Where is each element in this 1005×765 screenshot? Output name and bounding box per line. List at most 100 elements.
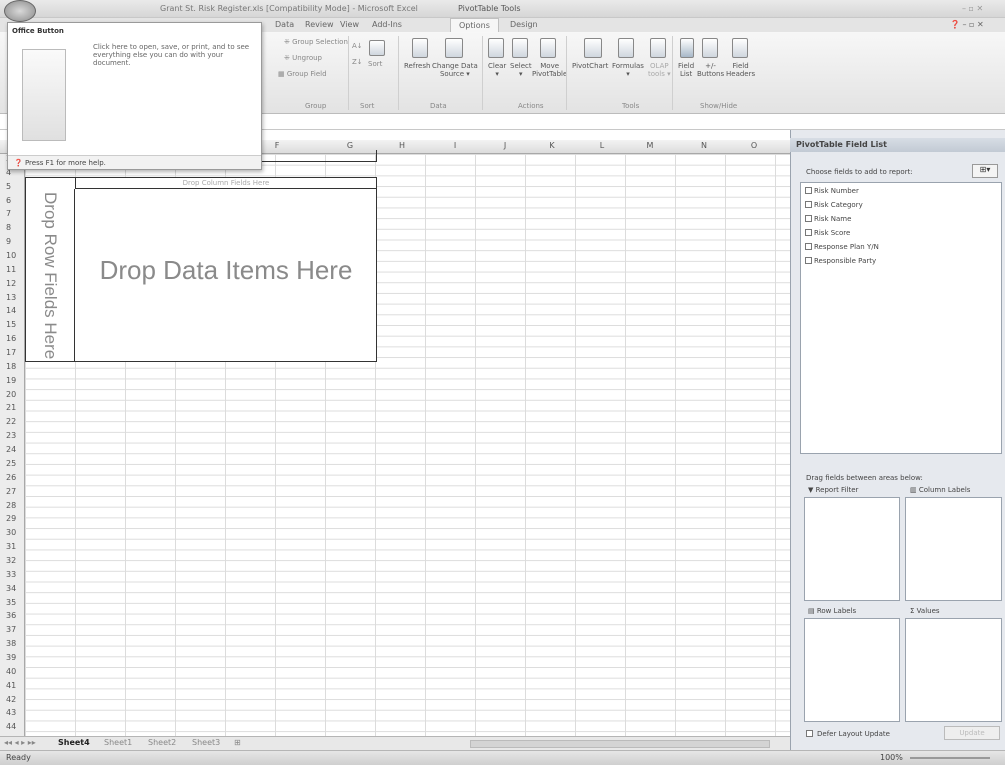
field-risk-number[interactable]: Risk Number bbox=[805, 187, 859, 195]
row-header[interactable]: 33 bbox=[0, 570, 23, 580]
row-header[interactable]: 37 bbox=[0, 625, 23, 635]
col-header-h[interactable]: H bbox=[392, 141, 412, 150]
help-icon[interactable]: ❓ – ▫ ✕ bbox=[950, 20, 984, 29]
row-header[interactable]: 17 bbox=[0, 348, 23, 358]
checkbox-icon[interactable] bbox=[805, 201, 812, 208]
row-header[interactable]: 7 bbox=[0, 209, 23, 219]
row-header[interactable]: 8 bbox=[0, 223, 23, 233]
row-header[interactable]: 5 bbox=[0, 182, 23, 192]
pivot-column-drop-zone[interactable]: Drop Column Fields Here bbox=[75, 177, 377, 189]
refresh-icon[interactable] bbox=[412, 38, 428, 58]
zoom-level[interactable]: 100% bbox=[880, 753, 903, 762]
col-header-f[interactable]: F bbox=[267, 141, 287, 150]
row-header[interactable]: 25 bbox=[0, 459, 23, 469]
sort-za-icon[interactable]: Z↓ bbox=[352, 58, 363, 66]
row-header[interactable]: 16 bbox=[0, 334, 23, 344]
field-list-icon[interactable] bbox=[680, 38, 694, 58]
refresh-button[interactable]: Refresh bbox=[404, 62, 430, 70]
clear-icon[interactable] bbox=[488, 38, 504, 58]
pivotchart-icon[interactable] bbox=[584, 38, 602, 58]
checkbox-icon[interactable] bbox=[805, 257, 812, 264]
checkbox-icon[interactable] bbox=[806, 730, 813, 737]
col-header-l[interactable]: L bbox=[592, 141, 612, 150]
sheet-tab-sheet2[interactable]: Sheet2 bbox=[148, 738, 176, 747]
office-button[interactable] bbox=[4, 0, 36, 22]
row-header[interactable]: 14 bbox=[0, 306, 23, 316]
row-header[interactable]: 43 bbox=[0, 708, 23, 718]
row-header[interactable]: 15 bbox=[0, 320, 23, 330]
move-pivottable-button[interactable]: Move PivotTable bbox=[532, 62, 567, 78]
clear-button[interactable]: Clear ▾ bbox=[488, 62, 506, 78]
row-labels-zone[interactable] bbox=[804, 618, 900, 722]
row-header[interactable]: 28 bbox=[0, 501, 23, 511]
sheet-tab-sheet1[interactable]: Sheet1 bbox=[104, 738, 132, 747]
row-header[interactable]: 38 bbox=[0, 639, 23, 649]
col-header-k[interactable]: K bbox=[542, 141, 562, 150]
col-header-j[interactable]: J bbox=[495, 141, 515, 150]
select-button[interactable]: Select ▾ bbox=[510, 62, 532, 78]
row-header[interactable]: 27 bbox=[0, 487, 23, 497]
plus-minus-buttons-button[interactable]: +/- Buttons bbox=[697, 62, 724, 78]
checkbox-icon[interactable] bbox=[805, 215, 812, 222]
row-header[interactable]: 9 bbox=[0, 237, 23, 247]
ungroup-button[interactable]: ⁜ Ungroup bbox=[284, 54, 322, 62]
defer-layout-checkbox[interactable]: Defer Layout Update bbox=[806, 730, 890, 738]
row-header[interactable]: 20 bbox=[0, 390, 23, 400]
move-pivottable-icon[interactable] bbox=[540, 38, 556, 58]
group-selection-button[interactable]: ⁜ Group Selection bbox=[284, 38, 348, 46]
field-risk-category[interactable]: Risk Category bbox=[805, 201, 863, 209]
insert-sheet-icon[interactable]: ⊞ bbox=[234, 738, 241, 747]
row-header[interactable]: 29 bbox=[0, 514, 23, 524]
checkbox-icon[interactable] bbox=[805, 187, 812, 194]
row-header[interactable]: 30 bbox=[0, 528, 23, 538]
sort-button[interactable]: Sort bbox=[368, 60, 382, 68]
col-header-o[interactable]: O bbox=[744, 141, 764, 150]
zoom-slider[interactable] bbox=[910, 757, 990, 759]
row-header[interactable]: 18 bbox=[0, 362, 23, 372]
values-zone[interactable] bbox=[905, 618, 1002, 722]
row-header[interactable]: 13 bbox=[0, 293, 23, 303]
sheet-nav-arrows[interactable]: ◂◂ ◂ ▸ ▸▸ bbox=[4, 738, 36, 747]
row-header[interactable]: 21 bbox=[0, 403, 23, 413]
select-icon[interactable] bbox=[512, 38, 528, 58]
report-filter-zone[interactable] bbox=[804, 497, 900, 601]
pivot-row-drop-zone[interactable]: Drop Row Fields Here bbox=[25, 189, 75, 362]
tab-addins[interactable]: Add-Ins bbox=[372, 20, 402, 29]
field-risk-score[interactable]: Risk Score bbox=[805, 229, 850, 237]
plus-minus-buttons-icon[interactable] bbox=[702, 38, 718, 58]
row-header[interactable]: 44 bbox=[0, 722, 23, 732]
row-header[interactable]: 34 bbox=[0, 584, 23, 594]
field-responsible-party[interactable]: Responsible Party bbox=[805, 257, 876, 265]
col-header-i[interactable]: I bbox=[445, 141, 465, 150]
sort-az-icon[interactable]: A↓ bbox=[352, 42, 363, 50]
row-header[interactable]: 6 bbox=[0, 196, 23, 206]
pivot-data-drop-zone[interactable]: Drop Data Items Here bbox=[75, 255, 377, 295]
update-button[interactable]: Update bbox=[944, 726, 1000, 740]
sheet-tab-sheet4[interactable]: Sheet4 bbox=[58, 738, 90, 747]
tab-view[interactable]: View bbox=[340, 20, 359, 29]
change-data-source-icon[interactable] bbox=[445, 38, 463, 58]
row-header[interactable]: 10 bbox=[0, 251, 23, 261]
row-header[interactable]: 23 bbox=[0, 431, 23, 441]
tab-options[interactable]: Options bbox=[450, 18, 499, 32]
row-header[interactable]: 26 bbox=[0, 473, 23, 483]
change-data-source-button[interactable]: Change Data Source ▾ bbox=[432, 62, 478, 78]
window-controls[interactable]: – ▫ ✕ bbox=[962, 4, 983, 13]
column-labels-zone[interactable] bbox=[905, 497, 1002, 601]
field-headers-icon[interactable] bbox=[732, 38, 748, 58]
sheet-tab-sheet3[interactable]: Sheet3 bbox=[192, 738, 220, 747]
row-header[interactable]: 22 bbox=[0, 417, 23, 427]
row-header[interactable]: 40 bbox=[0, 667, 23, 677]
row-header[interactable]: 24 bbox=[0, 445, 23, 455]
col-header-g[interactable]: G bbox=[340, 141, 360, 150]
row-header[interactable]: 11 bbox=[0, 265, 23, 275]
row-header[interactable]: 42 bbox=[0, 695, 23, 705]
tab-design[interactable]: Design bbox=[510, 20, 538, 29]
field-list-button[interactable]: Field List bbox=[678, 62, 694, 78]
field-risk-name[interactable]: Risk Name bbox=[805, 215, 851, 223]
group-field-button[interactable]: ▦ Group Field bbox=[278, 70, 327, 78]
row-header[interactable]: 12 bbox=[0, 279, 23, 289]
row-header[interactable]: 35 bbox=[0, 598, 23, 608]
tab-data[interactable]: Data bbox=[275, 20, 294, 29]
field-response-plan[interactable]: Response Plan Y/N bbox=[805, 243, 879, 251]
